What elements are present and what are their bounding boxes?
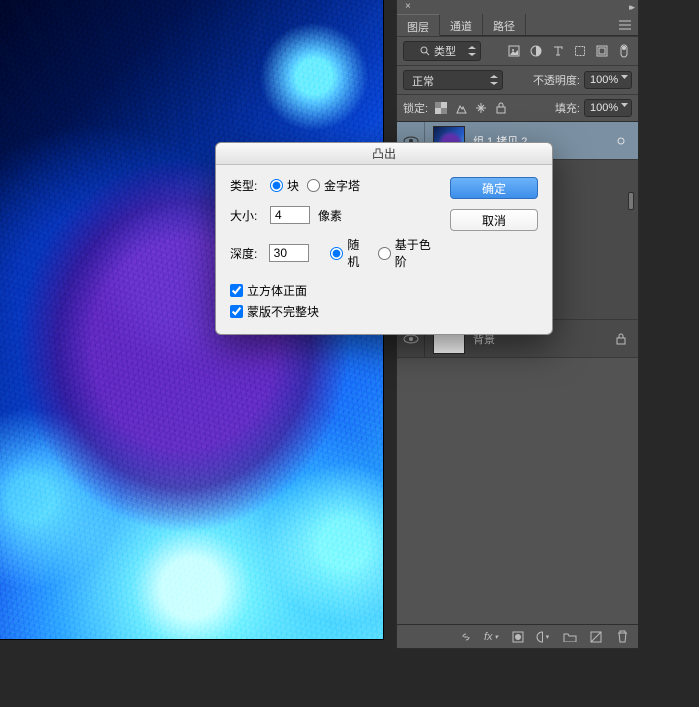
extrude-dialog: 凸出 类型: 块 金字塔 大小: 像素 深度: 随机 基于色阶 立方体正面 xyxy=(215,142,553,335)
chevron-down-icon xyxy=(621,103,628,108)
opacity-input[interactable]: 100% xyxy=(584,71,632,89)
kind-filter-select[interactable]: 类型 xyxy=(403,41,481,61)
lock-all-icon[interactable] xyxy=(494,101,508,115)
layer-expand-icon[interactable] xyxy=(604,137,638,145)
chevron-down-icon xyxy=(468,46,476,56)
depth-level-label: 基于色阶 xyxy=(395,236,440,270)
kind-filter-label: 类型 xyxy=(434,43,456,59)
scrollbar-thumb[interactable] xyxy=(628,192,634,210)
kind-filter-icons xyxy=(506,43,632,59)
panel-close-icon[interactable]: × xyxy=(405,1,411,12)
search-icon xyxy=(420,46,430,56)
lock-row: 锁定: 填充: 100% xyxy=(397,94,638,121)
blend-mode-select[interactable]: 正常 xyxy=(403,70,503,90)
panel-tabs: 图层 通道 路径 xyxy=(397,14,638,36)
mask-incomplete-checkbox[interactable]: 蒙版不完整块 xyxy=(230,303,319,320)
new-layer-icon[interactable] xyxy=(588,629,604,645)
filter-smart-icon[interactable] xyxy=(594,43,610,59)
tab-layers[interactable]: 图层 xyxy=(397,14,440,36)
panel-collapse-icon[interactable]: ▸▸ xyxy=(629,2,632,13)
chevron-down-icon xyxy=(621,75,628,80)
new-group-icon[interactable] xyxy=(562,629,578,645)
filter-toggle-icon[interactable] xyxy=(616,43,632,59)
trash-icon[interactable] xyxy=(614,629,630,645)
filter-pixel-icon[interactable] xyxy=(506,43,522,59)
blend-row: 正常 不透明度: 100% xyxy=(397,65,638,94)
type-block-radio[interactable]: 块 xyxy=(270,177,299,194)
panel-footer: fx▾ ▾ xyxy=(397,624,638,648)
mask-icon[interactable] xyxy=(510,629,526,645)
size-unit: 像素 xyxy=(318,207,342,224)
solid-front-checkbox[interactable]: 立方体正面 xyxy=(230,282,307,299)
type-pyramid-label: 金字塔 xyxy=(324,177,360,194)
blend-mode-value: 正常 xyxy=(412,76,434,88)
panel-menu-icon[interactable] xyxy=(618,14,632,35)
eye-icon xyxy=(403,334,419,344)
fx-icon[interactable]: fx▾ xyxy=(484,629,500,645)
dialog-title: 凸出 xyxy=(216,143,552,165)
fill-input[interactable]: 100% xyxy=(584,99,632,117)
opacity-value: 100% xyxy=(590,74,618,86)
filter-adjustment-icon[interactable] xyxy=(528,43,544,59)
solid-front-label: 立方体正面 xyxy=(247,282,307,299)
mask-incomplete-label: 蒙版不完整块 xyxy=(247,303,319,320)
type-block-label: 块 xyxy=(287,177,299,194)
depth-input[interactable] xyxy=(269,244,309,262)
fill-value: 100% xyxy=(590,102,618,114)
link-layers-icon[interactable] xyxy=(458,629,474,645)
type-pyramid-radio[interactable]: 金字塔 xyxy=(307,177,360,194)
tab-paths[interactable]: 路径 xyxy=(483,14,526,35)
lock-transparent-icon[interactable] xyxy=(434,101,448,115)
lock-image-icon[interactable] xyxy=(454,101,468,115)
lock-icon xyxy=(604,333,638,345)
depth-level-radio[interactable]: 基于色阶 xyxy=(378,236,440,270)
depth-random-radio[interactable]: 随机 xyxy=(330,236,369,270)
lock-label: 锁定: xyxy=(403,100,428,116)
depth-label: 深度: xyxy=(230,245,261,262)
opacity-label: 不透明度: xyxy=(533,72,580,88)
tab-channels[interactable]: 通道 xyxy=(440,14,483,35)
size-label: 大小: xyxy=(230,207,262,224)
chevron-down-icon xyxy=(490,75,498,85)
depth-random-label: 随机 xyxy=(347,236,369,270)
type-label: 类型: xyxy=(230,177,262,194)
filter-shape-icon[interactable] xyxy=(572,43,588,59)
filter-type-icon[interactable] xyxy=(550,43,566,59)
fill-label: 填充: xyxy=(555,100,580,116)
layer-filter-row: 类型 xyxy=(397,36,638,65)
cancel-button[interactable]: 取消 xyxy=(450,209,538,231)
lock-position-icon[interactable] xyxy=(474,101,488,115)
adjustment-icon[interactable]: ▾ xyxy=(536,629,552,645)
size-input[interactable] xyxy=(270,206,310,224)
ok-button[interactable]: 确定 xyxy=(450,177,538,199)
